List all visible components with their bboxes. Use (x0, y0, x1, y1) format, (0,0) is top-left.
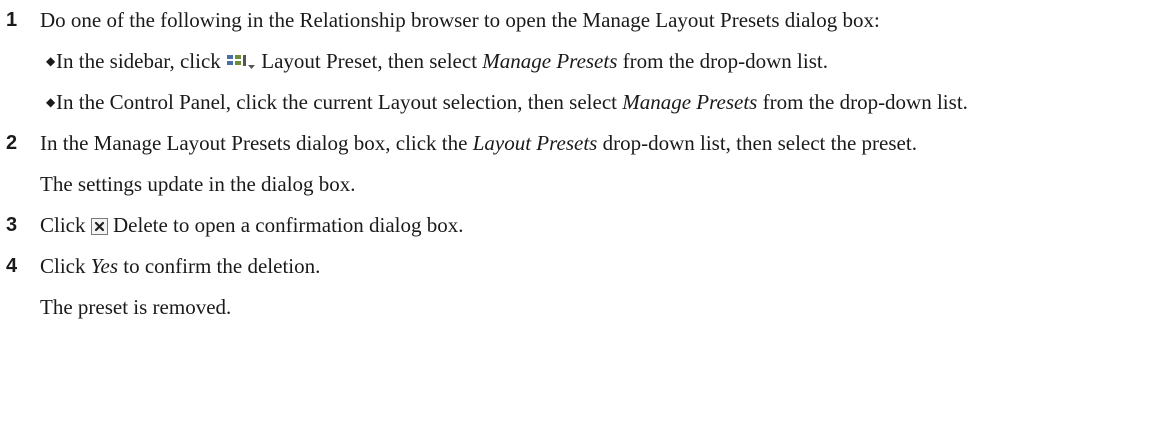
bullet-icon: ◆ (46, 54, 56, 68)
step-text: Click Delete to open a confirmation dial… (40, 210, 1173, 241)
step-text-part: Click (40, 213, 91, 237)
step-4: 4 Click Yes to confirm the deletion. (0, 251, 1173, 282)
step-emphasis: Yes (90, 254, 118, 278)
delete-icon (90, 218, 108, 235)
step-text-part: Delete to open a confirmation dialog box… (107, 213, 464, 237)
option-text: In the Control Panel, click the current … (56, 90, 623, 114)
step-1: 1 Do one of the following in the Relatio… (0, 5, 1173, 36)
option-text: Layout Preset, then select (256, 49, 483, 73)
step-text-part: to confirm the deletion. (118, 254, 321, 278)
option-emphasis: Manage Presets (622, 90, 758, 114)
step-text-part: Click (40, 254, 91, 278)
bullet-icon: ◆ (46, 95, 56, 109)
step-number: 3 (6, 214, 18, 236)
step-number: 1 (6, 9, 18, 31)
step-emphasis: Layout Presets (472, 131, 598, 155)
option-item: ◆ In the Control Panel, click the curren… (0, 87, 1173, 118)
step-text: Click Yes to confirm the deletion. (40, 251, 1173, 282)
option-item: ◆ In the sidebar, click Layout Preset, t… (0, 46, 1173, 77)
step-text-part: In the Manage Layout Presets dialog box,… (40, 131, 473, 155)
step-2: 2 In the Manage Layout Presets dialog bo… (0, 128, 1173, 159)
step-3: 3 Click Delete to open a confirmation di… (0, 210, 1173, 241)
option-emphasis: Manage Presets (482, 49, 618, 73)
layout-preset-icon (226, 53, 256, 71)
document: 1 Do one of the following in the Relatio… (0, 0, 1173, 323)
option-text: from the drop-down list. (757, 90, 968, 114)
step-1-options: ◆ In the sidebar, click Layout Preset, t… (0, 46, 1173, 118)
option-text: In the sidebar, click (56, 49, 227, 73)
step-text: Do one of the following in the Relations… (40, 8, 880, 32)
step-text: In the Manage Layout Presets dialog box,… (40, 128, 1173, 159)
step-2-result: The settings update in the dialog box. (40, 172, 356, 196)
step-number: 2 (6, 132, 18, 154)
option-text: from the drop-down list. (617, 49, 828, 73)
step-text-part: drop-down list, then select the preset. (597, 131, 917, 155)
step-number: 4 (6, 255, 18, 277)
step-4-result: The preset is removed. (40, 295, 232, 319)
